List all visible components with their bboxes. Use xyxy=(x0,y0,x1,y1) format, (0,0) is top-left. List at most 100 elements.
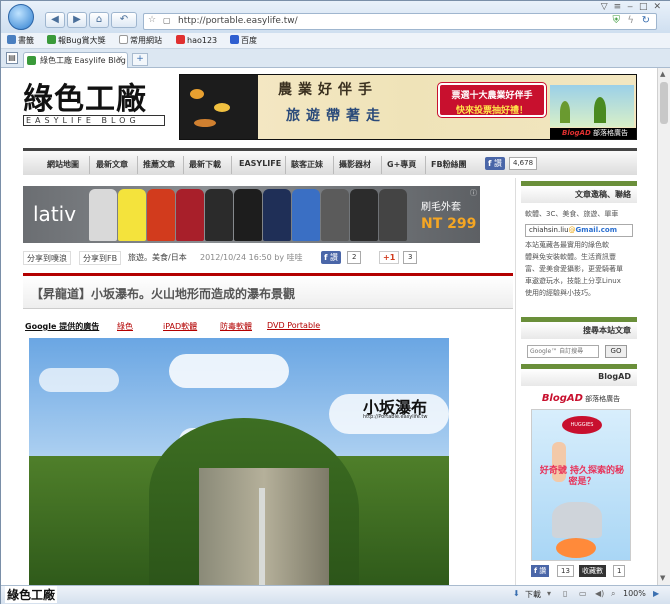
nav-gplus[interactable]: G+專頁 xyxy=(387,159,416,170)
jacket-image xyxy=(379,189,407,241)
huggies-ad-text: 好奇號 持久探索的秘密是？ xyxy=(539,466,625,487)
zoom-level[interactable]: 100% xyxy=(623,589,646,598)
sidebar-toggle-icon[interactable]: ▤ xyxy=(6,52,18,64)
status-bar: 綠色工廠 ⬇ 下載 ▾ ▯ ▭ ◀) ⌕ 100% ▶ xyxy=(1,585,670,604)
download-label[interactable]: 下載 xyxy=(525,589,541,600)
phone-icon[interactable]: ▯ xyxy=(563,589,567,598)
bookmark-item[interactable]: 報Bug賞大獎 xyxy=(47,35,106,46)
blogad-brand: BlogAD xyxy=(562,129,591,137)
fb-icon: f xyxy=(324,253,328,262)
zoom-icon[interactable]: ⌕ xyxy=(611,589,615,599)
page-viewport: 綠色工廠 EASYLIFE BLOG 農業好伴手 旅遊帶著走 票選十大農業好伴手… xyxy=(1,68,657,585)
huggies-ad[interactable]: HUGGIES 好奇號 持久探索的秘密是？ xyxy=(531,409,631,561)
jacket-image xyxy=(321,189,349,241)
nav-easylife[interactable]: EASYLIFE xyxy=(239,159,281,168)
blogad-tag[interactable]: BlogAD 部落格廣告 xyxy=(550,128,636,139)
blogad-label: 部落格廣告 xyxy=(585,395,621,403)
url-text[interactable]: http://portable.easylife.tw/ xyxy=(178,16,298,26)
expand-icon[interactable]: ▶ xyxy=(653,589,659,598)
shirt-icon[interactable]: ▽ xyxy=(601,2,614,12)
post-author[interactable]: 哇哇 xyxy=(287,253,303,262)
search-go-button[interactable]: GO xyxy=(605,345,627,358)
site-title[interactable]: 綠色工廠 xyxy=(23,74,147,118)
star-icon[interactable]: ☆ xyxy=(148,15,156,25)
nav-separator xyxy=(231,156,232,174)
bookmark-item[interactable]: 書籤 xyxy=(7,35,34,46)
collect-button[interactable]: 收藏數 xyxy=(579,565,606,577)
banner-ad[interactable]: 農業好伴手 旅遊帶著走 票選十大農業好伴手 快來投票抽好禮！ BlogAD 部落… xyxy=(179,74,637,140)
nav-downloads[interactable]: 最新下載 xyxy=(189,159,221,170)
maximize-icon[interactable]: □ xyxy=(639,2,654,12)
vertical-scrollbar[interactable]: ▲ ▼ xyxy=(657,68,670,585)
jacket-image xyxy=(176,189,204,241)
nav-hacker-girl[interactable]: 駭客正妹 xyxy=(291,159,323,170)
ad-link[interactable]: iPAD軟體 xyxy=(163,321,197,332)
home-icon[interactable]: ⌂ xyxy=(89,12,109,28)
speaker-icon[interactable]: ◀) xyxy=(595,589,604,598)
nav-latest[interactable]: 最新文章 xyxy=(96,159,128,170)
post-category[interactable]: 旅遊。美食/日本 xyxy=(125,251,190,265)
download-arrow-icon[interactable]: ⬇ xyxy=(513,589,520,598)
ad-link[interactable]: DVD Portable xyxy=(267,321,320,330)
scroll-thumb[interactable] xyxy=(660,82,668,124)
window-icon[interactable]: ▭ xyxy=(579,589,587,598)
tab-close-icon[interactable]: × xyxy=(116,54,123,63)
nav-recommended[interactable]: 推薦文章 xyxy=(143,159,175,170)
share-plurk[interactable]: 分享到噗浪 xyxy=(23,251,71,265)
back-button[interactable]: ◀ xyxy=(45,12,65,28)
menu-icon[interactable]: ≡ xyxy=(614,2,628,12)
lativ-ad[interactable]: lativ 刷毛外套 NT 299 ⓘ xyxy=(23,186,480,243)
lightning-icon[interactable]: ϟ xyxy=(627,15,634,26)
search-input[interactable] xyxy=(527,345,599,358)
fb-like-count: 4,678 xyxy=(509,157,538,170)
bookmark-item[interactable]: 常用網站 xyxy=(119,35,162,46)
minimize-icon[interactable]: ‒ xyxy=(627,2,639,12)
nav-separator xyxy=(425,156,426,174)
google-ad-label[interactable]: Google 提供的廣告 xyxy=(25,321,99,332)
bookmark-label: 百度 xyxy=(241,36,257,45)
tab-bar: ▤ 綠色工廠 Easylife Blog × + xyxy=(1,49,670,68)
forward-button[interactable]: ▶ xyxy=(67,12,87,28)
bookmark-item[interactable]: hao123 xyxy=(176,35,217,45)
jacket-image xyxy=(147,189,175,241)
browser-logo-icon[interactable] xyxy=(8,4,34,30)
bookmark-item[interactable]: 百度 xyxy=(230,35,257,46)
banner-line2: 旅遊帶著走 xyxy=(286,108,386,124)
blogad-like-button[interactable]: f 讚 xyxy=(531,565,550,577)
nav-camera[interactable]: 攝影器材 xyxy=(339,159,371,170)
article-like-button[interactable]: f 讚 xyxy=(321,251,342,264)
undo-button[interactable]: ↶ xyxy=(111,12,137,28)
fb-icon: f xyxy=(488,159,492,168)
share-fb[interactable]: 分享到FB xyxy=(79,251,122,265)
huggies-logo: HUGGIES xyxy=(562,416,602,434)
address-bar[interactable]: ☆ ▢ http://portable.easylife.tw/ ⛨ ϟ ↻ xyxy=(143,13,657,30)
nav-separator xyxy=(333,156,334,174)
ad-link[interactable]: 綠色 xyxy=(117,321,133,332)
blogad-header[interactable]: BlogAD 部落格廣告 xyxy=(529,393,633,407)
dropdown-icon[interactable]: ▾ xyxy=(547,589,551,598)
contact-email[interactable]: chiahsin.liu@Gmail.com xyxy=(525,224,633,237)
hao123-icon xyxy=(176,35,185,44)
nav-fb-fans[interactable]: FB粉絲團 xyxy=(431,159,467,170)
collect-count: 1 xyxy=(613,565,626,577)
refresh-icon[interactable]: ↻ xyxy=(642,15,650,26)
fb-like-button[interactable]: f 讚 xyxy=(485,157,506,170)
scroll-up-icon[interactable]: ▲ xyxy=(660,70,665,78)
shield-icon[interactable]: ⛨ xyxy=(613,15,621,26)
scroll-down-icon[interactable]: ▼ xyxy=(660,574,665,582)
browser-window: ◀ ▶ ⌂ ↶ ☆ ▢ http://portable.easylife.tw/… xyxy=(0,0,670,604)
ad-link[interactable]: 防毒軟體 xyxy=(220,321,252,332)
article-photo[interactable]: 小坂瀑布 http://Portable.easylife.tw xyxy=(29,338,449,585)
plus-one-button[interactable]: +1 xyxy=(379,251,400,264)
sidebar-search-title: 搜尋本站文章 xyxy=(521,322,637,339)
promo-box[interactable]: 票選十大農業好伴手 快來投票抽好禮！ xyxy=(438,83,546,117)
close-icon[interactable]: ✕ xyxy=(653,2,667,12)
about-line: 本站蒐藏各最實用的綠色軟 xyxy=(525,241,609,249)
new-tab-button[interactable]: + xyxy=(132,53,148,66)
nav-separator xyxy=(285,156,286,174)
nav-sitemap[interactable]: 網站地圖 xyxy=(47,159,79,170)
blogad-brand: BlogAD xyxy=(541,393,583,404)
tab-active[interactable]: 綠色工廠 Easylife Blog × xyxy=(23,52,128,68)
ad-info-icon[interactable]: ⓘ xyxy=(470,188,477,198)
article-title[interactable]: 【昇龍道】小坂瀑布。火山地形而造成的瀑布景觀 xyxy=(31,285,295,302)
